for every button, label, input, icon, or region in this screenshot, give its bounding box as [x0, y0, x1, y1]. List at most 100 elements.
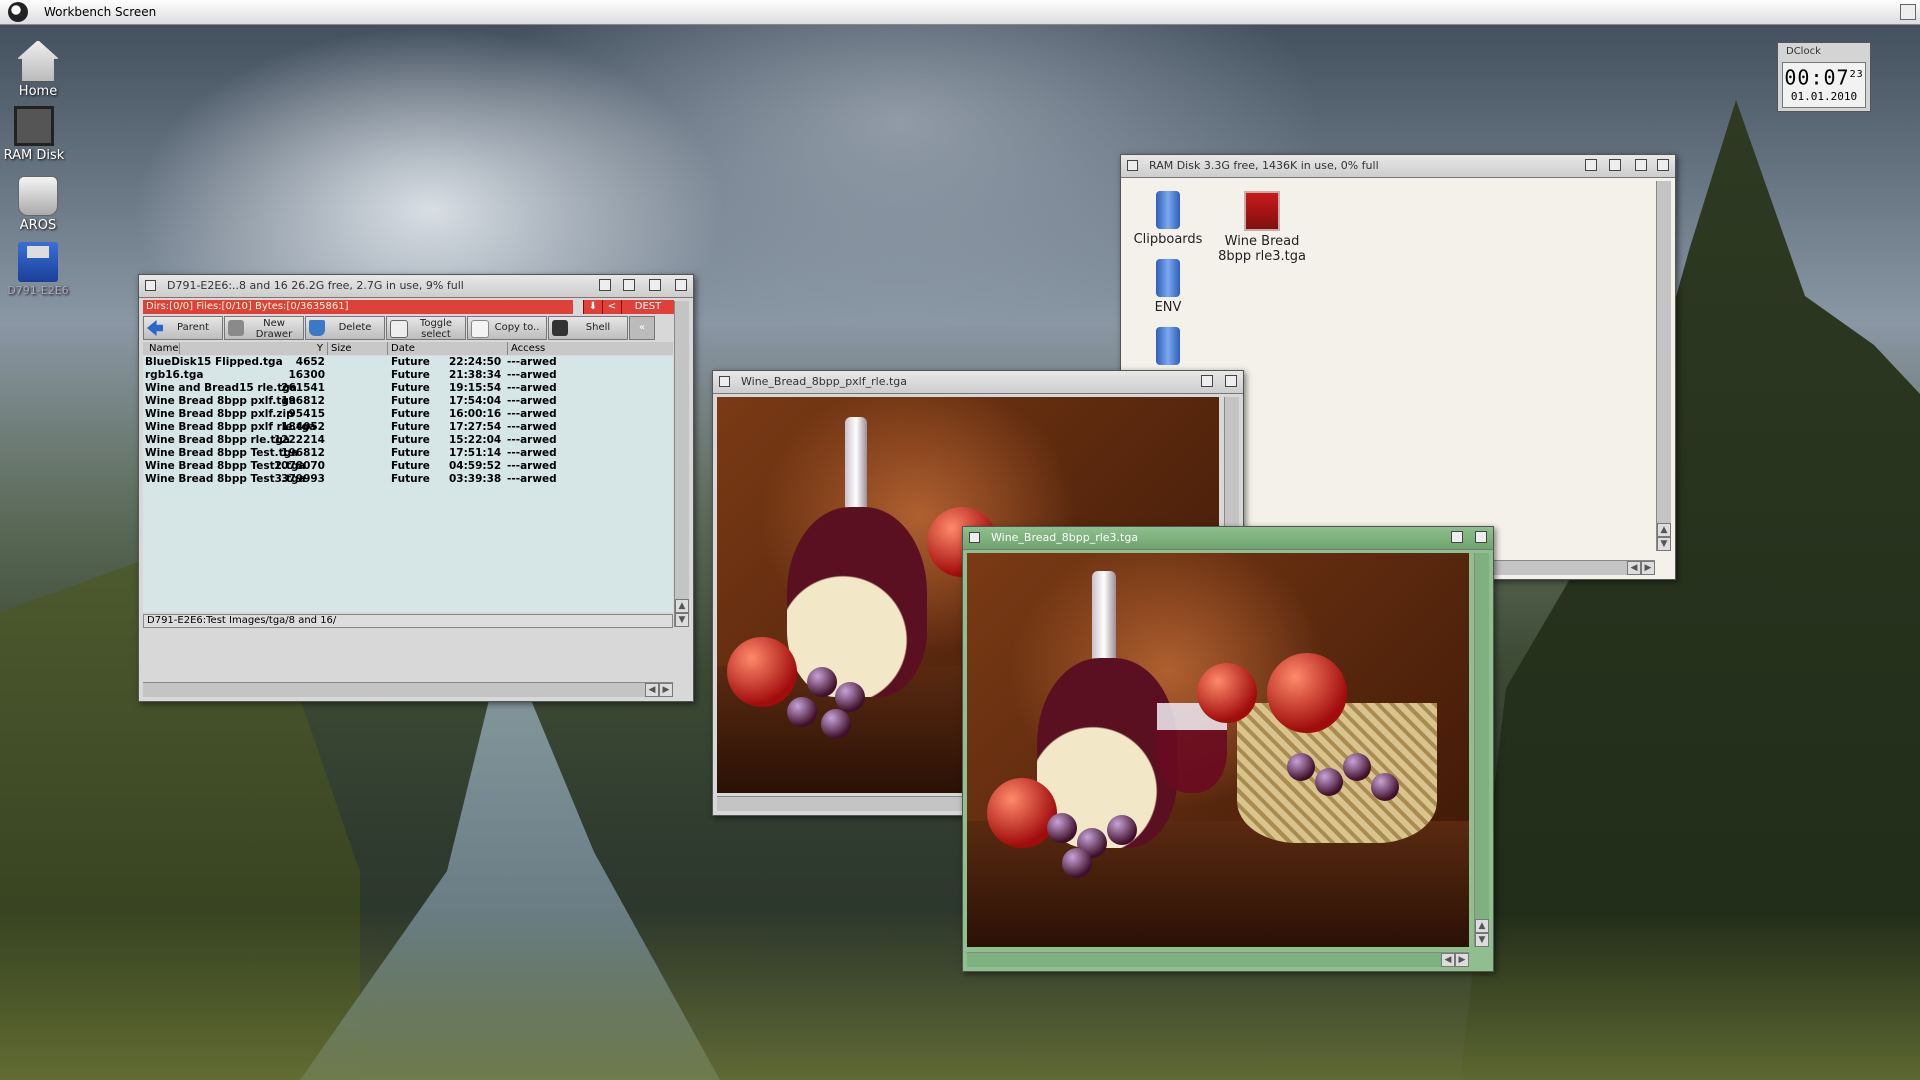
- floppy-disk-icon: [18, 242, 58, 282]
- icon-label: Clipboards: [1133, 232, 1203, 247]
- column-date[interactable]: Date: [388, 342, 508, 355]
- scroll-down-icon[interactable]: ▼: [1657, 537, 1671, 551]
- desktop-icon-label: D791-E2E6: [7, 284, 69, 297]
- scroll-left-icon[interactable]: ◀: [1627, 561, 1641, 575]
- file-row[interactable]: Wine Bread 8bpp Test2.tga 1078070 Future 04…: [143, 460, 673, 473]
- drawer-clipboards[interactable]: Clipboards: [1123, 191, 1213, 247]
- file-row[interactable]: Wine Bread 8bpp Test3.tga 379993 Future 03:…: [143, 473, 673, 486]
- vertical-scrollbar[interactable]: ▲ ▼: [674, 301, 689, 627]
- collapse-toolbar-icon[interactable]: «: [629, 316, 655, 340]
- delete-button[interactable]: Delete: [305, 316, 385, 340]
- terminal-icon: [552, 320, 568, 336]
- path-field[interactable]: D791-E2E6:Test Images/tga/8 and 16/: [143, 614, 673, 628]
- desktop-icon-ramdisk[interactable]: RAM Disk: [0, 106, 72, 163]
- sort-down-icon[interactable]: ⬇: [583, 300, 602, 314]
- vertical-scrollbar[interactable]: ▲ ▼: [1474, 553, 1489, 947]
- picture-file-icon: [1244, 191, 1280, 231]
- zoom-icon[interactable]: [1201, 375, 1213, 387]
- file-row[interactable]: Wine Bread 8bpp pxlf.zip 95415 Future 16:00…: [143, 408, 673, 421]
- desktop-icon-label: AROS: [19, 218, 57, 233]
- zoom-icon[interactable]: [1635, 159, 1647, 171]
- desktop-icon-aros[interactable]: AROS: [0, 176, 76, 233]
- scroll-up-icon[interactable]: ▲: [1657, 523, 1671, 537]
- file-list[interactable]: BlueDisk15 Flipped.tga 4652 Future 22:24:50…: [143, 356, 673, 612]
- horizontal-scrollbar[interactable]: ◀ ▶: [967, 952, 1469, 967]
- file-row[interactable]: Wine Bread 8bpp Test.tga 196812 Future 17:5…: [143, 447, 673, 460]
- screen-title-bar[interactable]: Workbench Screen: [0, 0, 1920, 25]
- file-row[interactable]: Wine and Bread15 rle.tga 261541 Future 19:1…: [143, 382, 673, 395]
- clock-date: 01.01.2010: [1790, 89, 1858, 103]
- new-drawer-button[interactable]: New Drawer: [224, 316, 304, 340]
- scroll-right-icon[interactable]: ▶: [659, 683, 673, 697]
- column-name[interactable]: Name Y: [143, 342, 328, 355]
- toggle-select-button[interactable]: Toggle select: [386, 316, 466, 340]
- back-button[interactable]: <: [602, 300, 621, 314]
- ramdisk-title-bar[interactable]: RAM Disk 3.3G free, 1436K in use, 0% ful…: [1121, 155, 1675, 178]
- ram-disk-icon: [14, 106, 54, 146]
- copy-to-button[interactable]: Copy to..: [467, 316, 547, 340]
- window-title: RAM Disk 3.3G free, 1436K in use, 0% ful…: [1149, 159, 1379, 172]
- column-header: Name Y Size Date Access: [143, 342, 673, 355]
- column-access[interactable]: Access: [508, 342, 673, 355]
- copy-icon: [471, 320, 489, 338]
- scroll-left-icon[interactable]: ◀: [1441, 953, 1455, 967]
- depth-icon[interactable]: [1225, 375, 1237, 387]
- scroll-down-icon[interactable]: ▼: [1475, 933, 1489, 947]
- parent-button[interactable]: Parent: [143, 316, 223, 340]
- horizontal-scrollbar[interactable]: ◀ ▶: [143, 682, 673, 697]
- viewer2-title-bar[interactable]: Wine_Bread_8bpp_rle3.tga: [963, 527, 1493, 550]
- viewer1-title-bar[interactable]: Wine_Bread_8bpp_pxlf_rle.tga: [713, 371, 1243, 394]
- dclock-title: DClock: [1786, 46, 1821, 57]
- vertical-scrollbar[interactable]: ▲ ▼: [1656, 181, 1671, 551]
- scroll-right-icon[interactable]: ▶: [1641, 561, 1655, 575]
- zoom-icon[interactable]: [649, 279, 661, 291]
- window-title: Wine_Bread_8bpp_rle3.tga: [991, 531, 1139, 544]
- screen-depth-gadget-icon[interactable]: [1900, 4, 1916, 20]
- zoom-icon[interactable]: [1451, 531, 1463, 543]
- depth-icon[interactable]: [1475, 531, 1487, 543]
- desktop-icon-d791[interactable]: D791-E2E6: [0, 242, 76, 297]
- lock-icon[interactable]: [623, 279, 635, 291]
- file-row[interactable]: rgb16.tga 16300 Future 21:38:34 ---arwed: [143, 369, 673, 382]
- file-row[interactable]: Wine Bread 8bpp rle.tga 1222214 Future 15:2…: [143, 434, 673, 447]
- iconify-icon[interactable]: [599, 279, 611, 291]
- column-size[interactable]: Size: [328, 342, 388, 355]
- drawer-icon: [228, 320, 244, 336]
- scroll-up-icon[interactable]: ▲: [675, 599, 689, 613]
- file-row[interactable]: Wine Bread 8bpp pxlf rle.tga 184052 Future…: [143, 421, 673, 434]
- drawer-env[interactable]: ENV: [1123, 259, 1213, 315]
- scroll-right-icon[interactable]: ▶: [1455, 953, 1469, 967]
- hard-disk-icon: [18, 176, 58, 216]
- close-icon[interactable]: [1127, 160, 1138, 171]
- wallpaper-river: [300, 700, 720, 1080]
- close-icon[interactable]: [969, 532, 980, 543]
- dclock-window[interactable]: DClock 00:0723 01.01.2010: [1777, 42, 1871, 112]
- drawer-unnamed[interactable]: [1123, 327, 1213, 368]
- drawer-icon: [1156, 327, 1180, 365]
- icon-label: Wine Bread: [1224, 234, 1300, 249]
- lister-title-bar[interactable]: D791-E2E6:..8 and 16 26.2G free, 2.7G in…: [139, 275, 693, 298]
- scroll-up-icon[interactable]: ▲: [1475, 919, 1489, 933]
- image-viewer-window-2[interactable]: Wine_Bread_8bpp_rle3.tga ▲ ▼ ◀ ▶: [962, 526, 1494, 972]
- window-title: Wine_Bread_8bpp_pxlf_rle.tga: [741, 375, 907, 388]
- file-row[interactable]: Wine Bread 8bpp pxlf.tga 196812 Future 17:5…: [143, 395, 673, 408]
- dest-button[interactable]: DEST: [621, 300, 674, 314]
- iconify-icon[interactable]: [1585, 159, 1597, 171]
- lock-icon[interactable]: [1609, 159, 1621, 171]
- depth-icon[interactable]: [1657, 159, 1669, 171]
- scroll-left-icon[interactable]: ◀: [645, 683, 659, 697]
- shell-button[interactable]: Shell: [548, 316, 628, 340]
- close-icon[interactable]: [145, 280, 156, 291]
- aros-logo-icon[interactable]: [8, 2, 28, 22]
- house-icon: [17, 40, 59, 82]
- file-row[interactable]: BlueDisk15 Flipped.tga 4652 Future 22:24:50…: [143, 356, 673, 369]
- drawer-icon: [1156, 259, 1180, 297]
- file-wine-bread[interactable]: Wine Bread 8bpp rle3.tga: [1217, 191, 1307, 264]
- depth-icon[interactable]: [675, 279, 687, 291]
- desktop-icon-home[interactable]: Home: [0, 40, 76, 99]
- lister-toolbar: Parent New Drawer Delete Toggle select Cop…: [143, 316, 673, 340]
- drawer-icon: [1156, 191, 1180, 229]
- lister-window[interactable]: D791-E2E6:..8 and 16 26.2G free, 2.7G in…: [138, 274, 694, 702]
- close-icon[interactable]: [719, 376, 730, 387]
- scroll-down-icon[interactable]: ▼: [675, 613, 689, 627]
